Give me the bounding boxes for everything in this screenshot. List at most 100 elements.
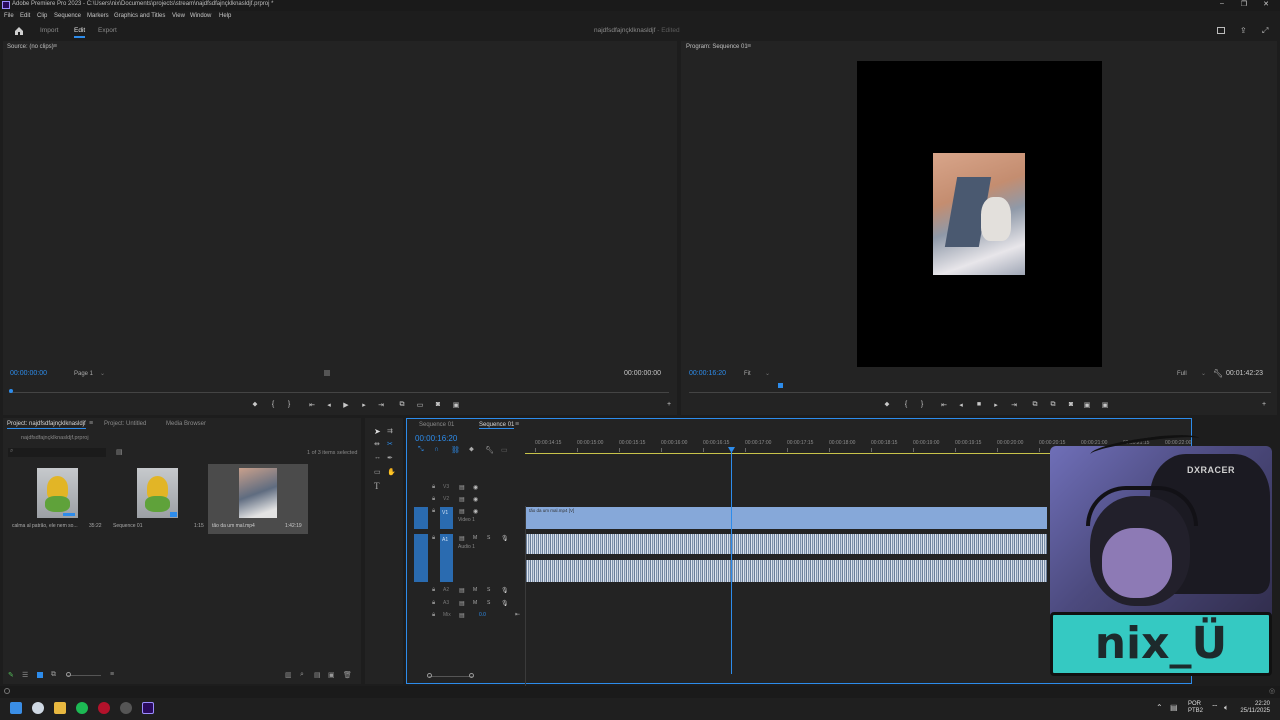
track-header-a2[interactable]: A2 🔒︎ ▤ M S 🎙︎ <box>409 586 523 596</box>
add-marker-icon[interactable]: ⬥ <box>881 401 893 409</box>
track-header-a3[interactable]: A3 🔒︎ ▤ M S 🎙︎ <box>409 599 523 609</box>
source-scrubber[interactable] <box>9 392 669 393</box>
lock-icon[interactable]: 🔒︎ <box>432 535 435 542</box>
search-icon[interactable] <box>32 702 44 714</box>
stop-icon[interactable]: ■ <box>973 401 985 408</box>
chevron-down-icon[interactable]: ⌄ <box>1201 370 1206 377</box>
program-timecode[interactable]: 00:00:16:20 <box>689 370 726 377</box>
spotify-icon[interactable] <box>76 702 88 714</box>
freeform-view-icon[interactable]: ⧉ <box>51 671 56 679</box>
wrench-icon[interactable]: 🔧︎ <box>1213 369 1223 378</box>
track-header-a1[interactable]: A1 🔒︎ ▤ M S 🎙︎ Audio 1 <box>409 534 523 582</box>
audio-clip-channel-2[interactable] <box>525 560 1047 582</box>
new-item-icon[interactable]: ▣ <box>328 671 335 679</box>
source-patch[interactable] <box>414 534 428 582</box>
panel-menu-icon[interactable]: ≡ <box>515 421 519 428</box>
menu-window[interactable]: Window <box>190 13 211 19</box>
mark-out-icon[interactable]: } <box>916 401 928 408</box>
tab-sequence-active[interactable]: Sequence 01 <box>479 422 515 429</box>
clock[interactable]: 22:20 25/11/2025 <box>1238 701 1270 715</box>
drag-video-icon[interactable] <box>324 370 330 376</box>
slip-tool-icon[interactable]: ↔ <box>374 454 381 461</box>
status-info-icon[interactable]: ◎ <box>1269 687 1275 695</box>
panel-menu-icon[interactable]: ≡ <box>747 43 751 50</box>
language-indicator[interactable]: POR PTB2 <box>1188 701 1203 715</box>
panel-menu-icon[interactable]: ≡ <box>53 43 57 50</box>
menu-clip[interactable]: Clip <box>37 13 47 19</box>
add-button-icon[interactable]: + <box>663 401 675 408</box>
go-to-in-icon[interactable]: ⇤ <box>938 401 950 409</box>
lift-icon[interactable]: ⧉ <box>1029 401 1041 409</box>
minimize-button[interactable]: – <box>1212 0 1232 7</box>
fullscreen-icon[interactable]: ⤢ <box>1262 26 1268 36</box>
insert-icon[interactable]: ⧉ <box>396 401 408 409</box>
track-header-v2[interactable]: V2 🔒︎ ▤ ◉ <box>409 495 523 505</box>
mark-in-icon[interactable]: { <box>900 401 912 408</box>
add-button-icon[interactable]: + <box>1258 401 1270 408</box>
tab-import[interactable]: Import <box>40 27 58 34</box>
lock-icon[interactable]: 🔒︎ <box>432 600 435 607</box>
panel-menu-icon[interactable]: ≡ <box>89 420 93 427</box>
sync-lock-icon[interactable]: ▤ <box>459 612 465 619</box>
menu-view[interactable]: View <box>172 13 185 19</box>
play-icon[interactable]: ▶ <box>340 401 352 409</box>
tab-project-untitled[interactable]: Project: Untitled <box>104 421 146 427</box>
solo-button[interactable]: S <box>487 600 490 606</box>
sync-lock-icon[interactable]: ▤ <box>459 587 465 594</box>
mute-button[interactable]: M <box>473 600 477 606</box>
menu-edit[interactable]: Edit <box>20 13 30 19</box>
video-clip-body[interactable] <box>525 507 1047 529</box>
lock-icon[interactable]: 🔒︎ <box>432 484 435 491</box>
microphone-icon[interactable]: 🎙︎ <box>501 587 509 594</box>
wrench-icon[interactable]: 🔧︎ <box>485 446 494 454</box>
quality-select[interactable]: Full <box>1177 371 1187 377</box>
obs-icon[interactable] <box>120 702 132 714</box>
track-header-mix[interactable]: Mix 🔒︎ ▤ 0.0 ⇤ <box>409 611 523 621</box>
eye-icon[interactable]: ◉ <box>473 496 478 503</box>
step-forward-icon[interactable]: ▸ <box>990 401 1002 409</box>
chevron-down-icon[interactable]: ⌄ <box>100 370 105 377</box>
premiere-taskbar-icon[interactable] <box>142 702 154 714</box>
close-button[interactable]: ✕ <box>1256 0 1276 8</box>
workspaces-icon[interactable] <box>1217 27 1225 34</box>
pen-tool-icon[interactable]: ✒ <box>387 454 393 462</box>
tab-sequence[interactable]: Sequence 01 <box>419 422 454 428</box>
step-back-icon[interactable]: ◂ <box>323 401 335 409</box>
ripple-edit-icon[interactable]: ⇹ <box>374 440 380 448</box>
go-to-out-icon[interactable]: ⇥ <box>375 401 387 409</box>
menu-sequence[interactable]: Sequence <box>54 13 81 19</box>
track-header-v1[interactable]: V1 🔒︎ ▤ ◉ Video 1 <box>409 507 523 529</box>
track-select-icon[interactable]: ⇉ <box>387 427 393 435</box>
eye-icon[interactable]: ◉ <box>473 484 478 491</box>
trash-icon[interactable]: 🗑︎ <box>343 671 352 679</box>
export-frame-icon[interactable]: ◙ <box>1065 401 1077 408</box>
icon-view-icon[interactable] <box>37 672 43 678</box>
program-playhead[interactable] <box>778 383 783 388</box>
add-marker-icon[interactable]: ⬥ <box>249 401 261 409</box>
lock-icon[interactable]: 🔒︎ <box>432 612 435 619</box>
chevron-up-icon[interactable]: ⌃ <box>1156 703 1163 712</box>
microphone-icon[interactable]: 🎙︎ <box>501 600 509 607</box>
mix-value[interactable]: 0.0 <box>479 612 486 618</box>
mark-out-icon[interactable]: } <box>283 401 295 408</box>
selection-tool-icon[interactable]: ➤ <box>374 427 381 436</box>
zoom-slider-handle[interactable] <box>66 672 71 677</box>
microphone-icon[interactable]: 🎙︎ <box>501 535 509 542</box>
sync-lock-icon[interactable]: ▤ <box>459 496 465 503</box>
network-icon[interactable]: ▤ <box>1170 703 1178 712</box>
timeline-playhead-line[interactable] <box>731 448 732 674</box>
find-icon[interactable]: ⌕ <box>300 671 304 679</box>
video-clip[interactable]: tão da um mal.mp4 [V] <box>525 507 1047 529</box>
snap-icon[interactable]: ∩ <box>434 446 439 453</box>
tab-edit[interactable]: Edit <box>74 27 86 38</box>
menu-markers[interactable]: Markers <box>87 13 109 19</box>
sync-lock-icon[interactable]: ▤ <box>459 484 465 491</box>
pencil-icon[interactable]: ✎ <box>8 671 14 679</box>
go-to-end-icon[interactable]: ⇤ <box>515 611 520 618</box>
project-item[interactable]: calma al patrão, ele nem so... 35:22 <box>8 465 108 535</box>
mute-button[interactable]: M <box>473 535 477 541</box>
mark-in-icon[interactable]: { <box>267 401 279 408</box>
chevron-down-icon[interactable]: ⌄ <box>765 370 770 377</box>
add-marker-icon[interactable]: ⬥ <box>469 446 474 454</box>
list-view-icon[interactable]: ☰ <box>22 671 28 679</box>
